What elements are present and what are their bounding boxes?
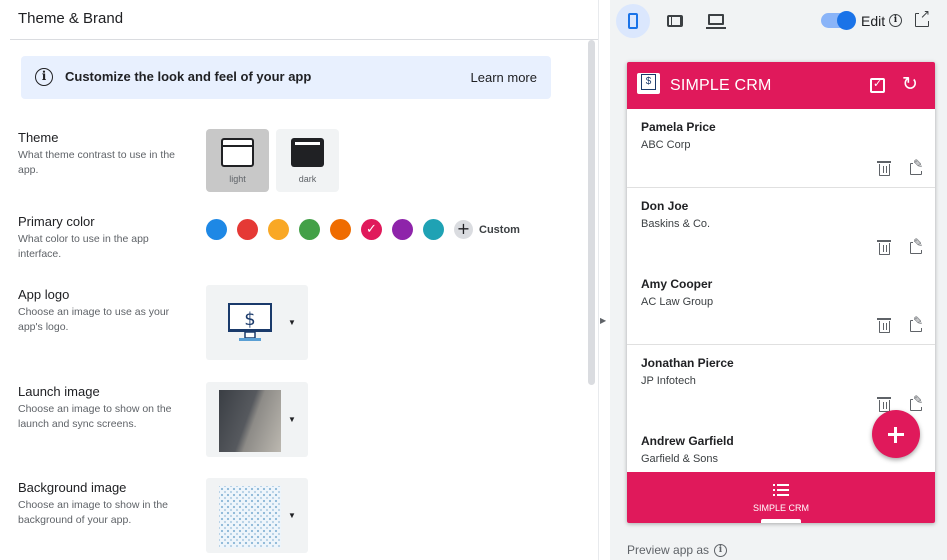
list-item[interactable]: Pamela Price ABC Corp — [627, 109, 935, 188]
info-icon: i — [35, 68, 53, 86]
page-title: Theme & Brand — [18, 10, 124, 27]
checkbox-icon[interactable] — [870, 77, 885, 93]
theme-option-dark[interactable]: dark — [276, 129, 339, 192]
app-title: SIMPLE CRM — [670, 77, 772, 94]
theme-option-label: light — [229, 174, 246, 184]
primary-color-label: Primary color — [18, 214, 95, 229]
primary-color-setting: Primary color What color to use in the a… — [18, 214, 193, 262]
launch-image-description: Choose an image to show on the launch an… — [18, 403, 172, 430]
edit-label: Edit — [861, 13, 886, 29]
theme-option-light[interactable]: light — [206, 129, 269, 192]
banner-text: Customize the look and feel of your app — [65, 69, 312, 84]
primary-color-description: What color to use in the app interface. — [18, 233, 149, 260]
launch-image-picker[interactable]: ▼ — [206, 382, 308, 457]
contact-name: Jonathan Pierce — [641, 356, 734, 370]
contact-company: AC Law Group — [641, 296, 714, 308]
svg-text:$: $ — [244, 309, 255, 330]
app-logo-icon — [637, 73, 660, 94]
tablet-icon — [667, 15, 683, 27]
tablet-view-button[interactable] — [658, 4, 692, 38]
app-root: Theme & Brand i Customize the look and f… — [0, 0, 947, 560]
desktop-view-button[interactable] — [699, 4, 733, 38]
color-swatch[interactable] — [299, 219, 320, 240]
theme-setting: Theme What theme contrast to use in the … — [18, 130, 193, 178]
contact-name: Don Joe — [641, 199, 689, 213]
color-swatch[interactable] — [206, 219, 227, 240]
edit-icon[interactable] — [910, 157, 924, 175]
panel-scrollbar[interactable] — [588, 40, 595, 385]
list-item[interactable]: Amy Cooper AC Law Group — [627, 266, 935, 345]
background-image-thumbnail — [219, 486, 281, 548]
delete-icon[interactable] — [877, 318, 891, 333]
phone-view-button[interactable] — [616, 4, 650, 38]
chevron-right-icon[interactable]: ▶ — [600, 316, 606, 325]
panel-splitter[interactable] — [598, 0, 610, 560]
contact-name: Pamela Price — [641, 120, 716, 134]
light-theme-icon — [221, 138, 254, 167]
color-swatch[interactable] — [361, 219, 382, 240]
color-swatch[interactable] — [237, 219, 258, 240]
open-in-new-icon[interactable] — [915, 7, 932, 27]
app-logo-description: Choose an image to use as your app's log… — [18, 306, 170, 333]
theme-label: Theme — [18, 130, 59, 145]
chevron-down-icon: ▼ — [288, 415, 296, 424]
background-image-label: Background image — [18, 480, 127, 495]
contact-company: Baskins & Co. — [641, 218, 711, 230]
preview-as-label: Preview app as — [627, 543, 710, 557]
list-icon — [773, 484, 789, 496]
app-logo-label: App logo — [18, 287, 70, 302]
launch-image-thumbnail — [219, 390, 281, 452]
launch-image-setting: Launch image Choose an image to show on … — [18, 384, 193, 432]
header-divider — [10, 39, 598, 40]
contact-name: Amy Cooper — [641, 277, 713, 291]
chevron-down-icon: ▼ — [288, 511, 296, 520]
background-image-setting: Background image Choose an image to show… — [18, 480, 193, 528]
dark-theme-icon — [291, 138, 324, 167]
app-logo-setting: App logo Choose an image to use as your … — [18, 287, 193, 335]
custom-color-button[interactable]: Custom — [479, 224, 520, 236]
info-icon[interactable]: i — [889, 14, 902, 27]
panel-header: Theme & Brand — [0, 0, 598, 40]
theme-description: What theme contrast to use in the app. — [18, 149, 175, 176]
add-contact-button[interactable] — [872, 410, 920, 458]
app-bar: SIMPLE CRM ↻ — [627, 62, 935, 109]
launch-image-label: Launch image — [18, 384, 100, 399]
color-swatch[interactable] — [268, 219, 289, 240]
add-icon[interactable]: + — [454, 220, 473, 239]
edit-icon[interactable] — [910, 236, 924, 254]
edit-icon[interactable] — [910, 393, 924, 411]
contact-name: Andrew Garfield — [641, 434, 734, 448]
theme-option-label: dark — [298, 174, 317, 184]
delete-icon[interactable] — [877, 240, 891, 255]
delete-icon[interactable] — [877, 161, 891, 176]
monitor-dollar-icon: $ — [228, 303, 272, 341]
app-logo-picker[interactable]: $ ▼ — [206, 285, 308, 360]
theme-settings-panel: Theme & Brand i Customize the look and f… — [0, 0, 598, 560]
color-swatch[interactable] — [392, 219, 413, 240]
color-swatch[interactable] — [330, 219, 351, 240]
nav-active-indicator — [761, 519, 801, 523]
list-item[interactable]: Don Joe Baskins & Co. — [627, 188, 935, 267]
laptop-icon — [706, 14, 726, 29]
info-icon[interactable]: i — [714, 544, 727, 557]
edit-toggle[interactable] — [821, 11, 856, 30]
edit-icon[interactable] — [910, 314, 924, 332]
background-image-description: Choose an image to show in the backgroun… — [18, 499, 169, 526]
color-swatch[interactable] — [423, 219, 444, 240]
bottom-nav[interactable]: SIMPLE CRM — [627, 472, 935, 523]
bottom-nav-label: SIMPLE CRM — [752, 503, 809, 513]
contact-company: ABC Corp — [641, 139, 691, 151]
learn-more-link[interactable]: Learn more — [471, 70, 537, 85]
phone-icon — [628, 13, 638, 29]
contact-company: JP Infotech — [641, 375, 696, 387]
refresh-icon[interactable]: ↻ — [902, 73, 918, 95]
chevron-down-icon: ▼ — [288, 318, 296, 327]
background-image-picker[interactable]: ▼ — [206, 478, 308, 553]
contact-company: Garfield & Sons — [641, 453, 719, 465]
info-banner: i Customize the look and feel of your ap… — [21, 56, 551, 99]
